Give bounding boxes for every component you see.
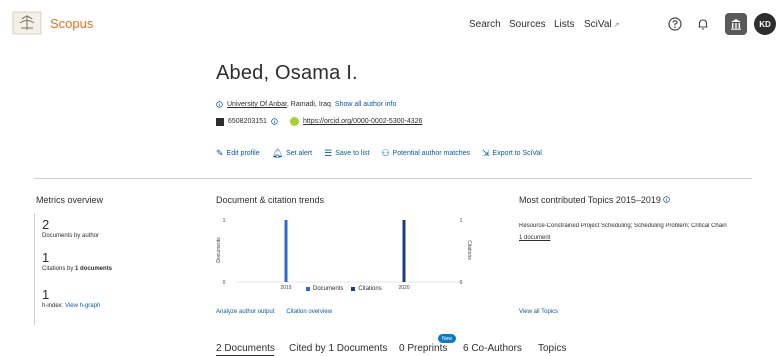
export-icon: ⇲ <box>481 148 490 158</box>
legend-citations-label: Citations <box>358 286 382 292</box>
affiliation-link[interactable]: University Of Anbar <box>227 101 287 108</box>
tab-preprints[interactable]: 0 Preprints <box>399 343 447 354</box>
citations-label: Citations by 1 documents <box>42 266 112 272</box>
tab-topics[interactable]: Topics <box>538 343 566 354</box>
scopus-author-id: 6508203151 <box>228 118 267 125</box>
documents-metric[interactable]: 2 Documents by author <box>42 217 99 239</box>
edit-profile-button[interactable]: ✎ Edit profile <box>216 148 260 159</box>
legend-documents: Documents <box>306 286 343 292</box>
nav-scival-label: SciVal <box>584 19 612 30</box>
analyze-author-output-link[interactable]: Analyze author output <box>216 309 274 315</box>
user-avatar[interactable]: KD <box>754 13 776 35</box>
y2-tick-label: 0 <box>460 280 463 286</box>
nav-search[interactable]: Search <box>469 19 501 30</box>
chart-legend: Documents Citations <box>306 286 382 292</box>
citations-metric[interactable]: 1 Citations by 1 documents <box>42 250 112 272</box>
y-tick-label: 1 <box>223 218 226 224</box>
h-index-label: h-index: <box>42 303 64 309</box>
bell-icon[interactable] <box>694 15 712 33</box>
set-alert-button[interactable]: 🔔︎ Set alert <box>272 148 313 159</box>
orcid-link[interactable]: https://orcid.org/0000-0002-5300-4326 <box>303 118 422 125</box>
affiliation-location: , Ramadi, Iraq <box>286 101 331 108</box>
legend-documents-label: Documents <box>313 286 344 292</box>
citation-overview-link[interactable]: Citation overview <box>286 309 332 315</box>
pencil-icon: ✎ <box>216 148 224 158</box>
info-icon[interactable] <box>271 118 278 125</box>
show-all-author-info-link[interactable]: Show all author info <box>335 101 396 108</box>
new-badge: New <box>438 334 456 343</box>
export-to-scival-label: Export to SciVal <box>492 150 542 157</box>
topic-documents-link[interactable]: 1 document <box>519 235 550 241</box>
set-alert-label: Set alert <box>286 150 313 157</box>
citations-count: 1 <box>42 250 50 265</box>
author-name: Abed, Osama I. <box>216 62 358 84</box>
legend-documents-swatch <box>306 287 310 291</box>
bar-documents-2019 <box>284 220 288 282</box>
orcid-icon <box>289 117 299 126</box>
topic-name[interactable]: Resource-Constrained Project Scheduling;… <box>519 223 759 229</box>
institution-icon[interactable] <box>725 13 747 35</box>
y2-tick-label: 1 <box>460 218 463 224</box>
scopus-id-icon <box>216 117 224 126</box>
affiliation-row: University Of Anbar, Ramadi, Iraq Show a… <box>216 101 396 108</box>
x-tick-label: 2020 <box>398 285 409 291</box>
y-axis-title: Documents <box>216 237 222 263</box>
document-citation-trends-title: Document & citation trends <box>216 195 325 205</box>
scopus-brand[interactable]: Scopus <box>50 16 93 31</box>
nav-lists[interactable]: Lists <box>554 19 575 30</box>
external-link-icon: ↗ <box>613 22 620 29</box>
edit-profile-label: Edit profile <box>226 150 260 157</box>
tab-cited-by[interactable]: Cited by 1 Documents <box>289 343 387 354</box>
nav-scival[interactable]: SciVal ↗ <box>584 19 619 30</box>
trends-links: Analyze author output Citation overview <box>216 309 332 315</box>
documents-count: 2 <box>42 217 50 232</box>
info-icon[interactable] <box>663 196 671 203</box>
view-h-graph-link[interactable]: View h-graph <box>65 303 100 309</box>
h-index-metric: 1 h-index: View h-graph <box>42 287 100 309</box>
legend-citations: Citations <box>351 286 382 292</box>
x-tick-label: 2019 <box>280 285 291 291</box>
y-tick-label: 0 <box>223 280 226 286</box>
potential-author-matches-label: Potential author matches <box>392 150 470 157</box>
save-to-list-button[interactable]: ☰ Save to list <box>324 148 369 159</box>
legend-citations-swatch <box>351 287 356 291</box>
h-index-value: 1 <box>42 287 50 302</box>
identifiers-row: 6508203151 https://orcid.org/0000-0002-5… <box>216 117 422 126</box>
metrics-overview-title: Metrics overview <box>36 195 104 205</box>
topics-title-text: Most contributed Topics 2015–2019 <box>519 195 661 205</box>
section-divider <box>34 178 752 179</box>
citations-label-prefix: Citations by <box>42 266 76 272</box>
tab-co-authors[interactable]: 6 Co-Authors <box>463 343 522 354</box>
view-all-topics-link[interactable]: View all Topics <box>519 309 558 315</box>
elsevier-logo-icon[interactable] <box>12 10 42 36</box>
bell-icon: 🔔︎ <box>271 148 284 158</box>
metrics-side-rule <box>34 213 35 325</box>
potential-author-matches-button[interactable]: ⚇ Potential author matches <box>381 148 470 159</box>
save-to-list-label: Save to list <box>335 150 370 157</box>
documents-label: Documents by author <box>42 233 100 239</box>
tab-documents[interactable]: 2 Documents <box>216 343 275 354</box>
bar-citations-2020 <box>402 220 406 282</box>
help-icon[interactable] <box>666 15 684 33</box>
info-icon <box>216 101 223 108</box>
h-index-label-row: h-index: View h-graph <box>42 303 100 309</box>
list-icon: ☰ <box>324 148 333 158</box>
y2-axis-title: Citations <box>466 240 472 260</box>
author-actions: ✎ Edit profile 🔔︎ Set alert ☰ Save to list … <box>216 148 542 159</box>
citations-label-docs: 1 documents <box>75 266 113 272</box>
top-navigation-bar: Scopus Search Sources Lists SciVal ↗ KD <box>0 0 780 46</box>
nav-sources[interactable]: Sources <box>509 19 546 30</box>
people-icon: ⚇ <box>381 148 390 158</box>
export-to-scival-button[interactable]: ⇲ Export to SciVal <box>482 148 542 159</box>
most-contributed-topics-title: Most contributed Topics 2015–2019 <box>519 195 671 205</box>
